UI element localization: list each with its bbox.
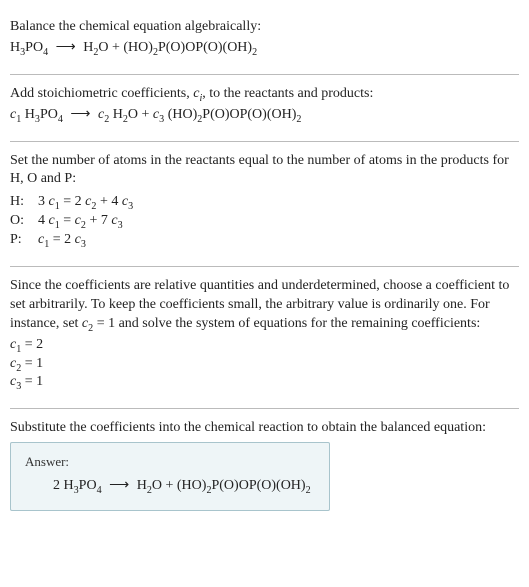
table-row: H: 3 c1 = 2 c2 + 4 c3 [10, 193, 519, 212]
intro-text: Since the coefficients are relative quan… [10, 277, 519, 334]
balanced-equation: 2 H3PO4 ⟶ H2O + (HO)2P(O)OP(O)(OH)2 [25, 477, 315, 496]
section-add-coefficients: Add stoichiometric coefficients, ci, to … [10, 75, 519, 142]
table-row: O: 4 c1 = c2 + 7 c3 [10, 212, 519, 231]
arrow-icon: ⟶ [56, 39, 76, 58]
answer-box: Answer: 2 H3PO4 ⟶ H2O + (HO)2P(O)OP(O)(O… [10, 442, 330, 510]
section-answer: Substitute the coefficients into the che… [10, 409, 519, 510]
element-label-p: P: [10, 231, 32, 250]
section-solve-coefficients: Since the coefficients are relative quan… [10, 267, 519, 409]
intro-text: Substitute the coefficients into the che… [10, 419, 519, 438]
section-balance-intro: Balance the chemical equation algebraica… [10, 8, 519, 75]
solution-line-c2: c2 = 1 [10, 355, 519, 374]
coefficient-equation: c1 H3PO4 ⟶ c2 H2O + c3 (HO)2P(O)OP(O)(OH… [10, 106, 519, 125]
arrow-icon: ⟶ [109, 477, 129, 496]
table-row: P: c1 = 2 c3 [10, 231, 519, 250]
solution-line-c3: c3 = 1 [10, 373, 519, 392]
arrow-icon: ⟶ [70, 106, 90, 125]
intro-text: Set the number of atoms in the reactants… [10, 152, 519, 190]
solution-line-c1: c1 = 2 [10, 336, 519, 355]
intro-text: Add stoichiometric coefficients, ci, to … [10, 85, 519, 104]
element-label-h: H: [10, 193, 32, 212]
element-label-o: O: [10, 212, 32, 231]
reactant: H3PO4 [10, 40, 48, 55]
atom-balance-table: H: 3 c1 = 2 c2 + 4 c3 O: 4 c1 = c2 + 7 c… [10, 193, 519, 250]
coefficient-solution: c1 = 2 c2 = 1 c3 = 1 [10, 336, 519, 393]
intro-text: Balance the chemical equation algebraica… [10, 18, 519, 37]
product: H2O + (HO)2P(O)OP(O)(OH)2 [83, 40, 257, 55]
equation-o: 4 c1 = c2 + 7 c3 [38, 212, 123, 231]
unbalanced-equation: H3PO4 ⟶ H2O + (HO)2P(O)OP(O)(OH)2 [10, 39, 519, 58]
section-atom-balance: Set the number of atoms in the reactants… [10, 142, 519, 267]
equation-h: 3 c1 = 2 c2 + 4 c3 [38, 193, 133, 212]
answer-label: Answer: [25, 453, 315, 471]
equation-p: c1 = 2 c3 [38, 231, 86, 250]
